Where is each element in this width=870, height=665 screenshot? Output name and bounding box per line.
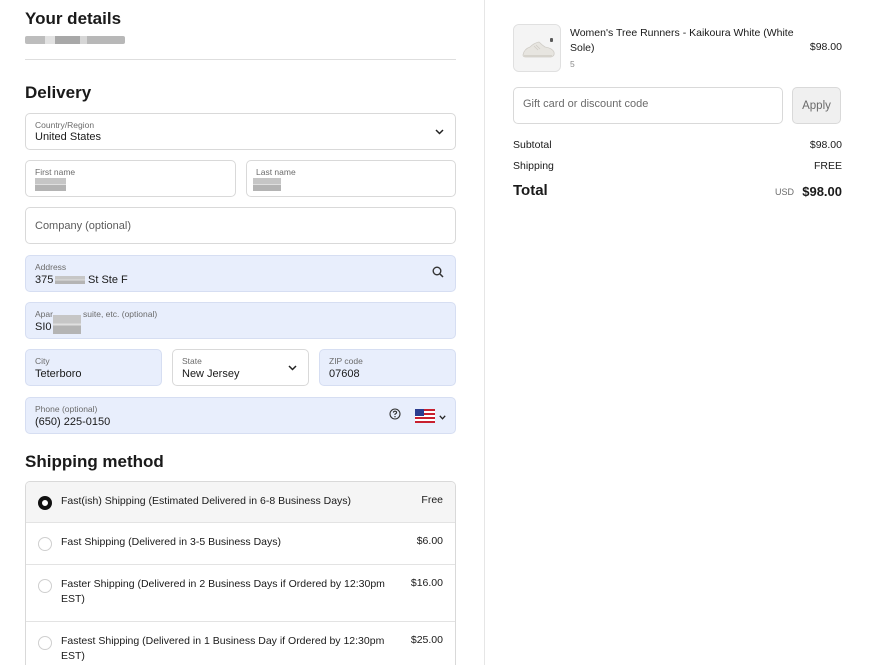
chevron-down-icon <box>435 128 444 135</box>
zip-field[interactable]: ZIP code 07608 <box>319 349 456 386</box>
shipping-option-label: Faster Shipping (Delivered in 2 Business… <box>61 578 385 605</box>
address-label: Address <box>35 262 67 272</box>
radio-selected[interactable] <box>38 496 52 510</box>
apartment-label-prefix: Apar <box>35 309 53 319</box>
shipping-option[interactable]: Fast(ish) Shipping (Estimated Delivered … <box>26 482 455 523</box>
state-label: State <box>182 356 202 366</box>
first-name-field[interactable]: First name <box>25 160 236 197</box>
company-field[interactable]: Company (optional) <box>25 207 456 244</box>
city-label: City <box>35 356 50 366</box>
apartment-field[interactable]: Apar suite, etc. (optional) SI0 <box>25 302 456 339</box>
phone-label: Phone (optional) <box>35 404 98 414</box>
country-select[interactable]: Country/Region United States <box>25 113 456 150</box>
shipping-value: FREE <box>813 160 842 172</box>
phone-field[interactable]: Phone (optional) (650) 225-0150 <box>25 397 456 434</box>
product-name: Women's Tree Runners - Kaikoura White (W… <box>570 27 794 54</box>
state-value: New Jersey <box>182 368 240 380</box>
radio-unselected[interactable] <box>38 579 52 593</box>
product-size: 5 <box>570 59 575 69</box>
address-field[interactable]: Address 375 St Ste F <box>25 255 456 292</box>
subtotal-label: Subtotal <box>513 139 552 151</box>
divider <box>25 59 456 60</box>
shipping-option-label: Fastest Shipping (Delivered in 1 Busines… <box>61 635 385 662</box>
zip-label: ZIP code <box>329 356 363 366</box>
first-name-label: First name <box>35 167 76 177</box>
chevron-down-icon[interactable] <box>439 407 446 425</box>
apply-button[interactable]: Apply <box>792 87 841 124</box>
country-label: Country/Region <box>35 120 95 130</box>
redacted-email <box>25 36 125 44</box>
shipping-options: Fast(ish) Shipping (Estimated Delivered … <box>25 481 456 665</box>
company-placeholder: Company (optional) <box>35 219 131 232</box>
subtotal-value: $98.00 <box>809 139 842 151</box>
discount-code-input[interactable] <box>523 98 773 110</box>
help-icon[interactable] <box>389 407 401 425</box>
shipping-option-label: Fast(ish) Shipping (Estimated Delivered … <box>61 495 352 507</box>
address-value-suffix: St Ste F <box>88 274 128 286</box>
your-details-heading: Your details <box>25 9 122 28</box>
shipping-option-price: $16.00 <box>410 577 443 589</box>
redacted-last-name <box>253 178 281 191</box>
delivery-heading: Delivery <box>25 83 92 102</box>
shipping-method-heading: Shipping method <box>25 452 164 471</box>
redacted-apartment <box>53 315 81 334</box>
zip-value: 07608 <box>329 368 360 380</box>
radio-unselected[interactable] <box>38 636 52 650</box>
city-field[interactable]: City Teterboro <box>25 349 162 386</box>
last-name-field[interactable]: Last name <box>246 160 456 197</box>
us-flag-icon[interactable] <box>415 408 435 423</box>
country-value: United States <box>35 131 102 143</box>
shipping-option-price: $25.00 <box>410 634 443 646</box>
last-name-label: Last name <box>256 167 296 177</box>
redacted-first-name <box>35 178 66 191</box>
search-icon[interactable] <box>432 265 444 283</box>
shipping-option[interactable]: Fast Shipping (Delivered in 3-5 Business… <box>26 523 455 565</box>
total-value: $98.00 <box>802 184 842 199</box>
discount-code-field[interactable] <box>513 87 783 124</box>
shipping-option[interactable]: Faster Shipping (Delivered in 2 Business… <box>26 565 455 622</box>
phone-value: (650) 225-0150 <box>35 416 111 428</box>
checkout-form: Your details Delivery Country/Region Uni… <box>0 0 484 665</box>
redacted-address <box>55 276 85 284</box>
product-thumbnail <box>513 24 561 72</box>
shipping-option-price: $6.00 <box>416 535 443 547</box>
total-label: Total <box>513 182 548 199</box>
shipping-option-price: Free <box>421 494 443 506</box>
shipping-option-label: Fast Shipping (Delivered in 3-5 Business… <box>61 536 282 548</box>
shipping-option[interactable]: Fastest Shipping (Delivered in 1 Busines… <box>26 622 455 665</box>
sneaker-icon <box>514 25 560 71</box>
apartment-label-suffix: suite, etc. (optional) <box>83 309 158 319</box>
product-price: $98.00 <box>809 41 842 53</box>
order-summary: Women's Tree Runners - Kaikoura White (W… <box>485 0 870 665</box>
shipping-label: Shipping <box>513 160 554 172</box>
chevron-down-icon <box>288 364 297 371</box>
city-value: Teterboro <box>35 368 82 380</box>
total-currency: USD <box>774 187 794 197</box>
address-value-prefix: 375 <box>35 274 54 286</box>
radio-unselected[interactable] <box>38 537 52 551</box>
state-select[interactable]: State New Jersey <box>172 349 309 386</box>
apartment-value-prefix: SI0 <box>35 321 52 333</box>
